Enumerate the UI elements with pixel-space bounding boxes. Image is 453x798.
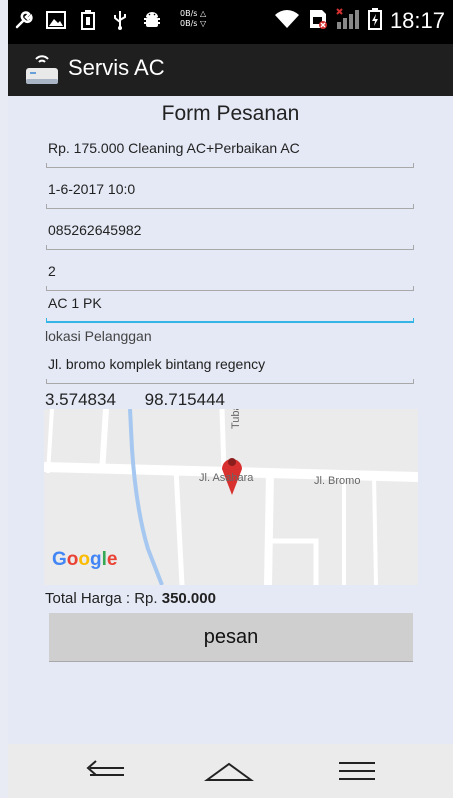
coordinates: 3.574834 98.715444 bbox=[45, 390, 225, 410]
menu-icon[interactable] bbox=[332, 756, 382, 786]
service-field[interactable]: Rp. 175.000 Cleaning AC+Perbaikan AC bbox=[46, 128, 414, 168]
clock: 18:17 bbox=[389, 8, 445, 33]
field-underline-focused bbox=[46, 318, 414, 323]
address-value: Jl. bromo komplek bintang regency bbox=[48, 356, 266, 372]
location-label: lokasi Pelanggan bbox=[45, 328, 152, 344]
street-label-tuba: Tuba bbox=[230, 409, 242, 429]
usb-icon bbox=[110, 10, 130, 30]
address-field[interactable]: Jl. bromo komplek bintang regency bbox=[46, 344, 414, 384]
network-speed: 0B/s △ 0B/s ▽ bbox=[180, 9, 206, 29]
total-price: Total Harga : Rp. 350.000 bbox=[45, 590, 216, 607]
home-icon[interactable] bbox=[204, 756, 254, 786]
ac-type-value: AC 1 PK bbox=[48, 295, 102, 311]
street-label-asahara: Jl. Asahara bbox=[199, 472, 254, 484]
total-value: 350.000 bbox=[161, 590, 216, 607]
wifi-icon bbox=[274, 9, 300, 33]
ac-type-field[interactable]: AC 1 PK bbox=[46, 283, 414, 323]
phone-field[interactable]: 085262645982 bbox=[46, 210, 414, 250]
street-label-bromo: Jl. Bromo bbox=[314, 475, 361, 487]
phone-value: 085262645982 bbox=[48, 222, 142, 238]
service-value: Rp. 175.000 Cleaning AC+Perbaikan AC bbox=[48, 140, 300, 156]
net-upload: 0B/s △ bbox=[180, 9, 207, 18]
navigation-bar bbox=[8, 744, 453, 798]
image-icon bbox=[46, 10, 66, 30]
location-map[interactable]: Tuba Jl. Asahara Jl. Bromo Google bbox=[44, 409, 418, 585]
datetime-value: 1-6-2017 10:0 bbox=[48, 181, 136, 197]
status-left-icons bbox=[14, 10, 162, 30]
longitude: 98.715444 bbox=[144, 390, 226, 409]
quantity-value: 2 bbox=[48, 263, 56, 279]
field-underline bbox=[46, 245, 414, 250]
app-title: Servis AC bbox=[68, 55, 165, 80]
field-underline bbox=[46, 379, 414, 384]
google-logo: Google bbox=[52, 549, 118, 570]
form-title: Form Pesanan bbox=[161, 102, 300, 125]
latitude: 3.574834 bbox=[45, 390, 116, 409]
status-bar: 0B/s △ 0B/s ▽ 18:17 bbox=[8, 0, 453, 44]
field-underline bbox=[46, 163, 414, 168]
field-underline bbox=[46, 204, 414, 209]
total-label: Total Harga : Rp. bbox=[45, 590, 158, 607]
back-icon[interactable] bbox=[80, 756, 130, 786]
app-bar: Servis AC bbox=[8, 44, 453, 96]
net-download: 0B/s ▽ bbox=[180, 19, 207, 28]
wrench-icon bbox=[14, 10, 34, 30]
datetime-field[interactable]: 1-6-2017 10:0 bbox=[46, 169, 414, 209]
battery-saver-icon bbox=[78, 10, 98, 30]
app-screen: 0B/s △ 0B/s ▽ 18:17 Servis AC Form Pesan… bbox=[0, 0, 453, 798]
air-conditioner-icon bbox=[22, 50, 62, 90]
android-debug-icon bbox=[142, 10, 162, 30]
signal-icon bbox=[336, 8, 360, 34]
battery-charging-icon bbox=[367, 8, 382, 34]
status-right-icons: 18:17 bbox=[274, 8, 445, 34]
order-form: Form Pesanan Rp. 175.000 Cleaning AC+Per… bbox=[8, 96, 453, 744]
sim-blocked-icon bbox=[308, 8, 328, 34]
order-button[interactable]: pesan bbox=[49, 613, 413, 662]
